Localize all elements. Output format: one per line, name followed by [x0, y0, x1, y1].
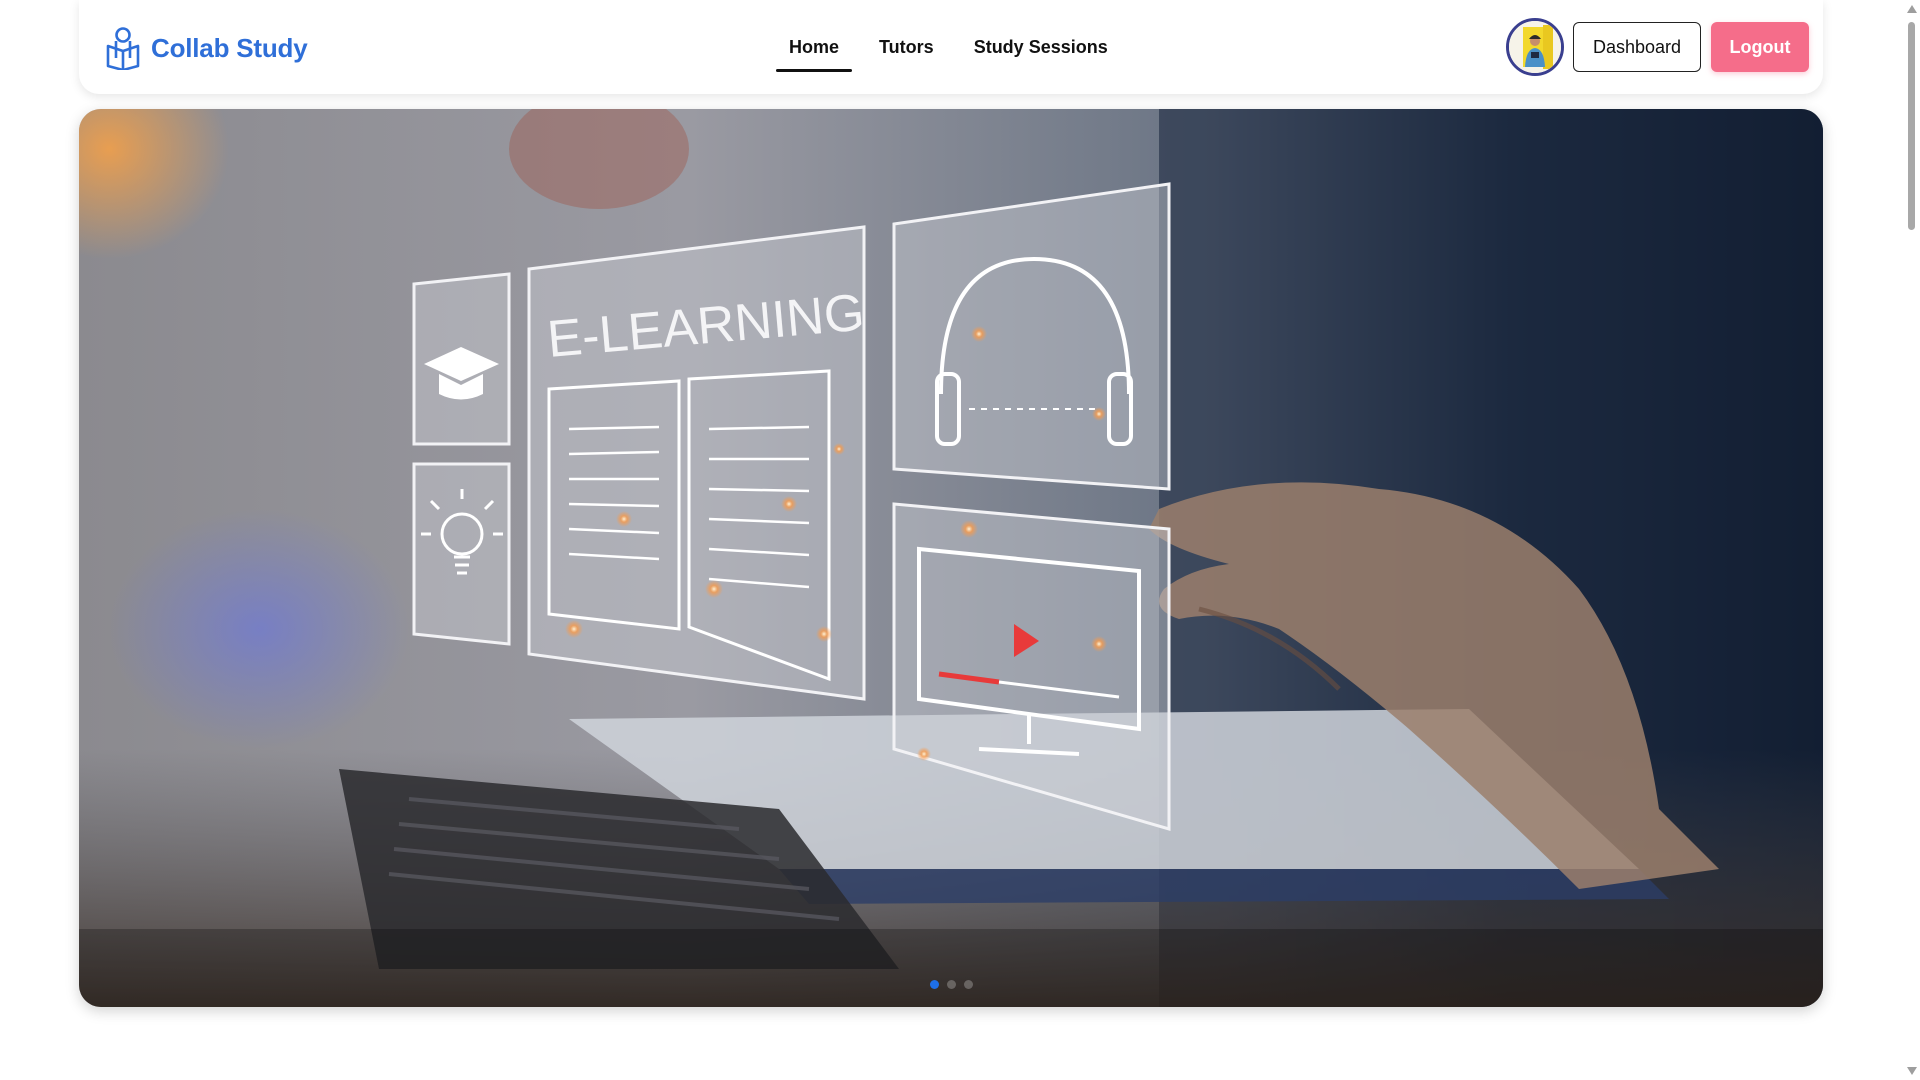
main-nav: Home Tutors Study Sessions — [775, 0, 1148, 94]
scroll-down-arrow-icon[interactable] — [1907, 1067, 1917, 1075]
nav-study-sessions[interactable]: Study Sessions — [974, 37, 1108, 58]
brand-name: Collab Study — [151, 32, 308, 63]
nav-home[interactable]: Home — [775, 37, 853, 72]
scroll-thumb[interactable] — [1908, 22, 1915, 230]
logout-button[interactable]: Logout — [1711, 22, 1809, 72]
user-avatar[interactable] — [1506, 18, 1564, 76]
e-learning-banner: E-LEARNING — [79, 109, 1823, 1007]
carousel-dot[interactable] — [929, 980, 939, 989]
navbar: Collab Study Home Tutors Study Sessions … — [79, 0, 1823, 94]
dashboard-button[interactable]: Dashboard — [1573, 22, 1701, 72]
carousel-indicators — [79, 980, 1823, 989]
scroll-up-arrow-icon[interactable] — [1907, 5, 1917, 13]
nav-tutors[interactable]: Tutors — [879, 37, 934, 58]
page: Collab Study Home Tutors Study Sessions … — [0, 0, 1920, 1080]
vertical-scrollbar[interactable] — [1903, 0, 1920, 1080]
brand-logo-link[interactable]: Collab Study — [105, 26, 308, 70]
carousel-dot[interactable] — [963, 980, 973, 989]
hero-banner: E-LEARNING — [79, 109, 1823, 1007]
user-avatar-photo — [1509, 21, 1561, 73]
book-person-icon — [106, 27, 140, 70]
carousel-dot[interactable] — [946, 980, 956, 989]
